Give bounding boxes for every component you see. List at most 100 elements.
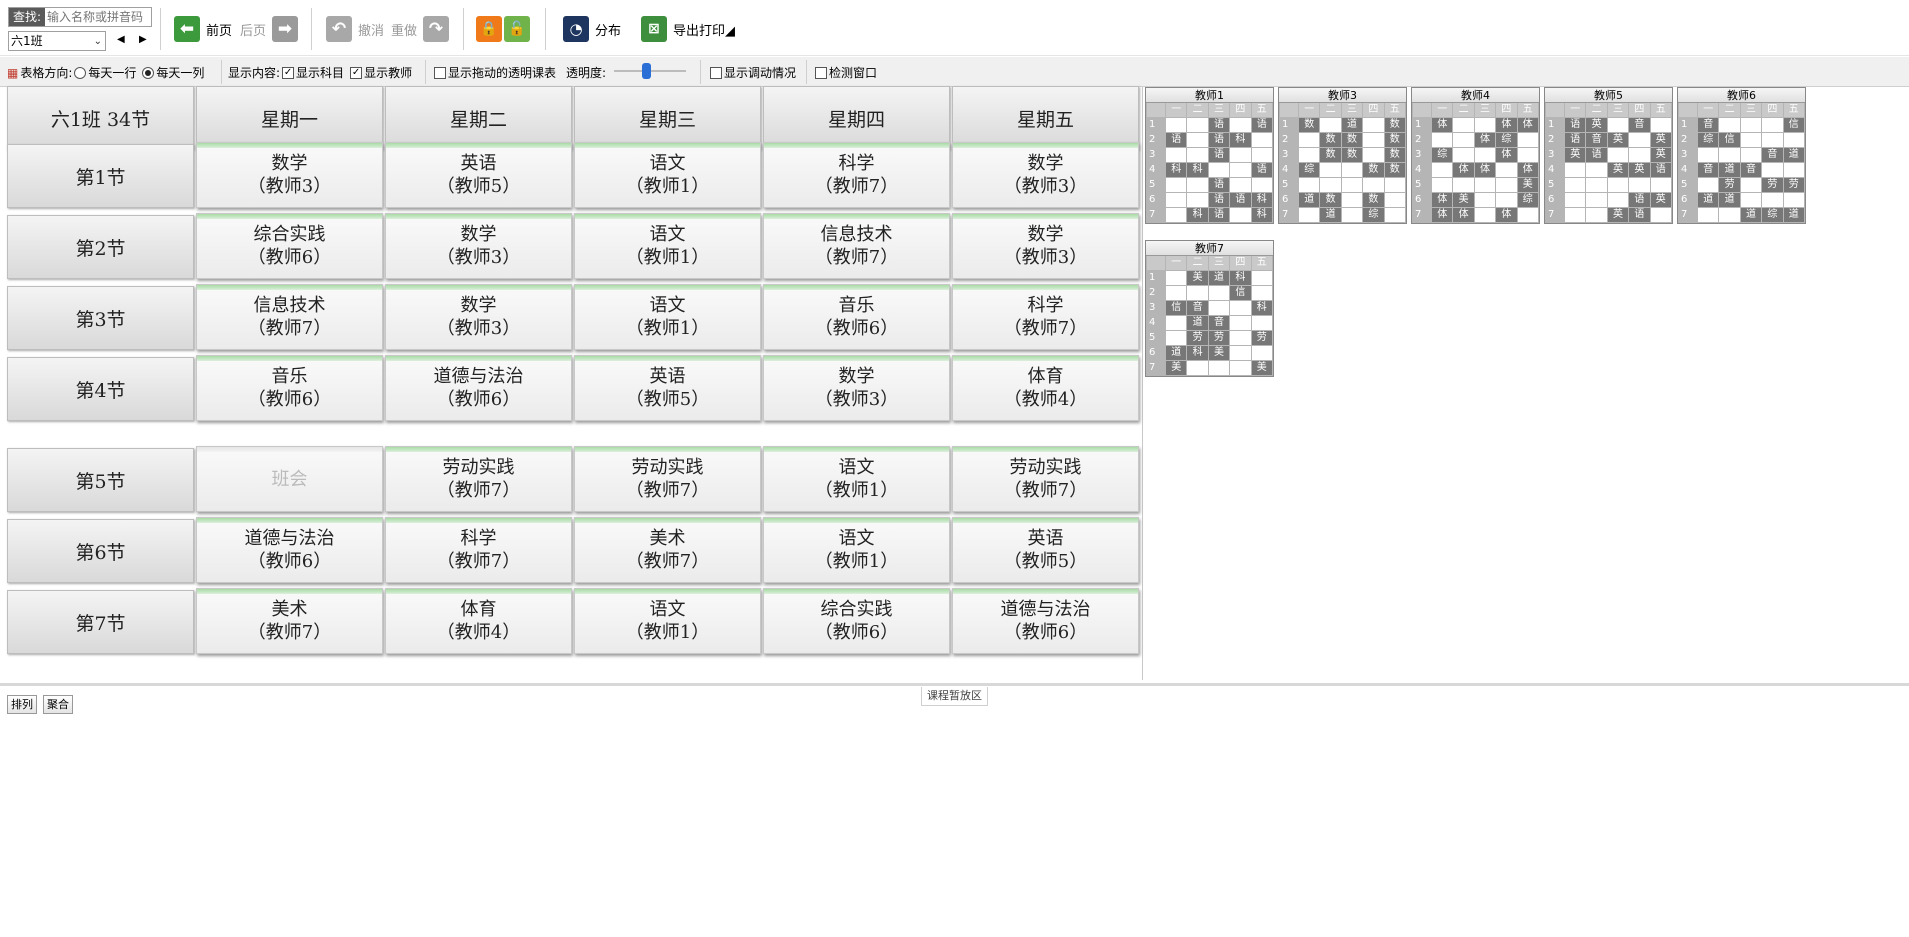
course-cell[interactable]: 美术 （教师7） [574, 517, 761, 583]
prev-class-icon[interactable]: ◀ [117, 34, 125, 45]
detect-window-checkbox[interactable] [815, 66, 827, 79]
show-drag-transparent-checkbox[interactable] [434, 66, 446, 79]
col-per-day-radio[interactable] [142, 66, 155, 79]
lock-toggle-button[interactable]: 🔒 🔓 [476, 15, 530, 43]
show-subject-checkbox[interactable]: ✓ [282, 66, 295, 79]
course-teacher: （教师1） [814, 480, 899, 501]
distribution-button[interactable]: ◔ 分布 [563, 15, 621, 43]
course-cell[interactable]: 信息技术 （教师7） [196, 284, 383, 350]
course-cell[interactable]: 美术 （教师7） [196, 588, 383, 654]
course-cell[interactable]: 数学 （教师3） [952, 213, 1139, 279]
teacher-mini-table[interactable]: 教师1 一二三四五 1 语语 2 语语科 3 语 4 科科语 5 语 6 语语科 7 科语科 [1145, 87, 1274, 224]
course-cell[interactable]: 综合实践 （教师6） [763, 588, 950, 654]
show-adjust-checkbox[interactable] [710, 66, 722, 79]
mini-period-number: 2 [1413, 133, 1431, 147]
course-subject: 英语 [460, 153, 497, 174]
mini-period-number: 7 [1280, 208, 1298, 222]
row-per-day-radio[interactable] [74, 66, 87, 79]
teacher-mini-table[interactable]: 教师7 一二三四五 1 美道科 2 信 3 信音科 4 道音 5 劳劳劳 6 道科美 7 美美 [1145, 240, 1274, 377]
teacher-mini-table[interactable]: 教师4 一二三四五 1 体体体 2 体综 3 综体 4 体体体 5 美 6 体美综 7 体体体 [1411, 87, 1540, 224]
mini-cell [1740, 118, 1762, 132]
mini-period-number: 4 [1413, 163, 1431, 177]
mini-period-number: 5 [1679, 178, 1697, 192]
options-bar: ▦ 表格方向: 每天一行 每天一列 显示内容: ✓ 显示科目 ✓ 显示教师 显示… [0, 57, 1909, 87]
mini-cell [1517, 133, 1538, 147]
course-cell[interactable]: 语文 （教师1） [574, 213, 761, 279]
mini-cell [1565, 208, 1586, 222]
course-cell[interactable]: 语文 （教师1） [574, 284, 761, 350]
course-cell[interactable]: 数学 （教师3） [952, 142, 1139, 208]
mini-cell [1187, 193, 1208, 207]
course-cell[interactable]: 英语 （教师5） [385, 142, 572, 208]
mini-cell [1607, 193, 1629, 207]
mini-cell [1320, 118, 1341, 132]
course-stash-area[interactable]: 排列 聚合 课程暂放区 [0, 683, 1909, 937]
course-cell[interactable]: 音乐 （教师6） [763, 284, 950, 350]
class-select[interactable]: 六1班 ⌄ [8, 31, 106, 51]
teacher-mini-table[interactable]: 教师6 一二三四五 1 音信 2 综信 3 音道 4 音道音 5 劳劳劳 6 道道 7 道综道 [1677, 87, 1806, 224]
toolbar-separator [545, 8, 546, 50]
next-class-icon[interactable]: ▶ [139, 34, 147, 45]
course-subject: 综合实践 [253, 224, 326, 245]
course-cell[interactable]: 科学 （教师7） [763, 142, 950, 208]
mini-cell [1299, 148, 1320, 162]
mini-day-header: 五 [1251, 256, 1272, 270]
course-cell[interactable]: 语文 （教师1） [763, 517, 950, 583]
mini-day-header: 五 [1517, 103, 1538, 117]
mini-day-header: 四 [1629, 103, 1650, 117]
course-cell[interactable]: 科学 （教师7） [385, 517, 572, 583]
mini-period-number: 2 [1679, 133, 1697, 147]
search-label: 查找: [9, 8, 46, 26]
undo-label: 撤消 [358, 23, 385, 39]
course-cell[interactable]: 英语 （教师5） [574, 355, 761, 421]
course-cell[interactable]: 道德与法治 （教师6） [196, 517, 383, 583]
mini-cell: 体 [1496, 118, 1517, 132]
teacher-mini-table[interactable]: 教师3 一二三四五 1 数道数 2 数数数 3 数数数 4 综数数 5 6 道数数 7 道综 [1278, 87, 1407, 224]
course-cell[interactable]: 英语 （教师5） [952, 517, 1139, 583]
mini-cell [1607, 148, 1629, 162]
course-cell[interactable]: 信息技术 （教师7） [763, 213, 950, 279]
mini-day-header: 三 [1740, 103, 1762, 117]
mini-cell [1230, 118, 1251, 132]
course-cell[interactable]: 体育 （教师4） [952, 355, 1139, 421]
course-cell[interactable]: 数学 （教师3） [385, 213, 572, 279]
mini-cell [1719, 118, 1740, 132]
course-cell[interactable]: 班会 [196, 446, 383, 512]
course-cell[interactable]: 科学 （教师7） [952, 284, 1139, 350]
redo-button[interactable]: 重做 ↷ [391, 15, 450, 43]
course-cell[interactable]: 语文 （教师1） [574, 588, 761, 654]
course-cell[interactable]: 劳动实践 （教师7） [952, 446, 1139, 512]
mini-cell [1453, 148, 1474, 162]
course-cell[interactable]: 道德与法治 （教师6） [952, 588, 1139, 654]
undo-button[interactable]: ↶ 撤消 [326, 15, 384, 43]
course-cell[interactable]: 数学 （教师3） [385, 284, 572, 350]
prev-page-button[interactable]: ⬅ 前页 [174, 15, 232, 43]
teacher-mini-table[interactable]: 教师5 一二三四五 1 语英音 2 语音英英 3 英语英 4 英英语 5 6 语英 7 英语 [1544, 87, 1673, 224]
sort-button[interactable]: 排列 [7, 695, 37, 714]
course-teacher: （教师6） [814, 318, 899, 339]
course-cell[interactable]: 语文 （教师1） [763, 446, 950, 512]
opacity-slider-thumb[interactable] [642, 63, 651, 79]
course-cell[interactable]: 道德与法治 （教师6） [385, 355, 572, 421]
export-print-button[interactable]: ⊠ 导出打印◢ [641, 15, 735, 43]
mini-cell [1187, 148, 1208, 162]
next-page-button[interactable]: 后页 ➡ [240, 15, 299, 43]
course-cell[interactable]: 数学 （教师3） [763, 355, 950, 421]
mini-cell: 语 [1208, 178, 1230, 192]
mini-cell: 道 [1299, 193, 1320, 207]
course-cell[interactable]: 体育 （教师4） [385, 588, 572, 654]
mini-period-number: 3 [1147, 148, 1165, 162]
course-cell[interactable]: 语文 （教师1） [574, 142, 761, 208]
mini-cell: 语 [1565, 118, 1586, 132]
course-cell[interactable]: 劳动实践 （教师7） [385, 446, 572, 512]
merge-button[interactable]: 聚合 [43, 695, 73, 714]
mini-cell: 英 [1607, 163, 1629, 177]
mini-cell [1432, 133, 1453, 147]
mini-period-number: 3 [1147, 301, 1165, 315]
course-cell[interactable]: 音乐 （教师6） [196, 355, 383, 421]
search-input[interactable] [45, 10, 146, 24]
course-cell[interactable]: 数学 （教师3） [196, 142, 383, 208]
course-cell[interactable]: 综合实践 （教师6） [196, 213, 383, 279]
show-teacher-checkbox[interactable]: ✓ [350, 66, 363, 79]
course-cell[interactable]: 劳动实践 （教师7） [574, 446, 761, 512]
